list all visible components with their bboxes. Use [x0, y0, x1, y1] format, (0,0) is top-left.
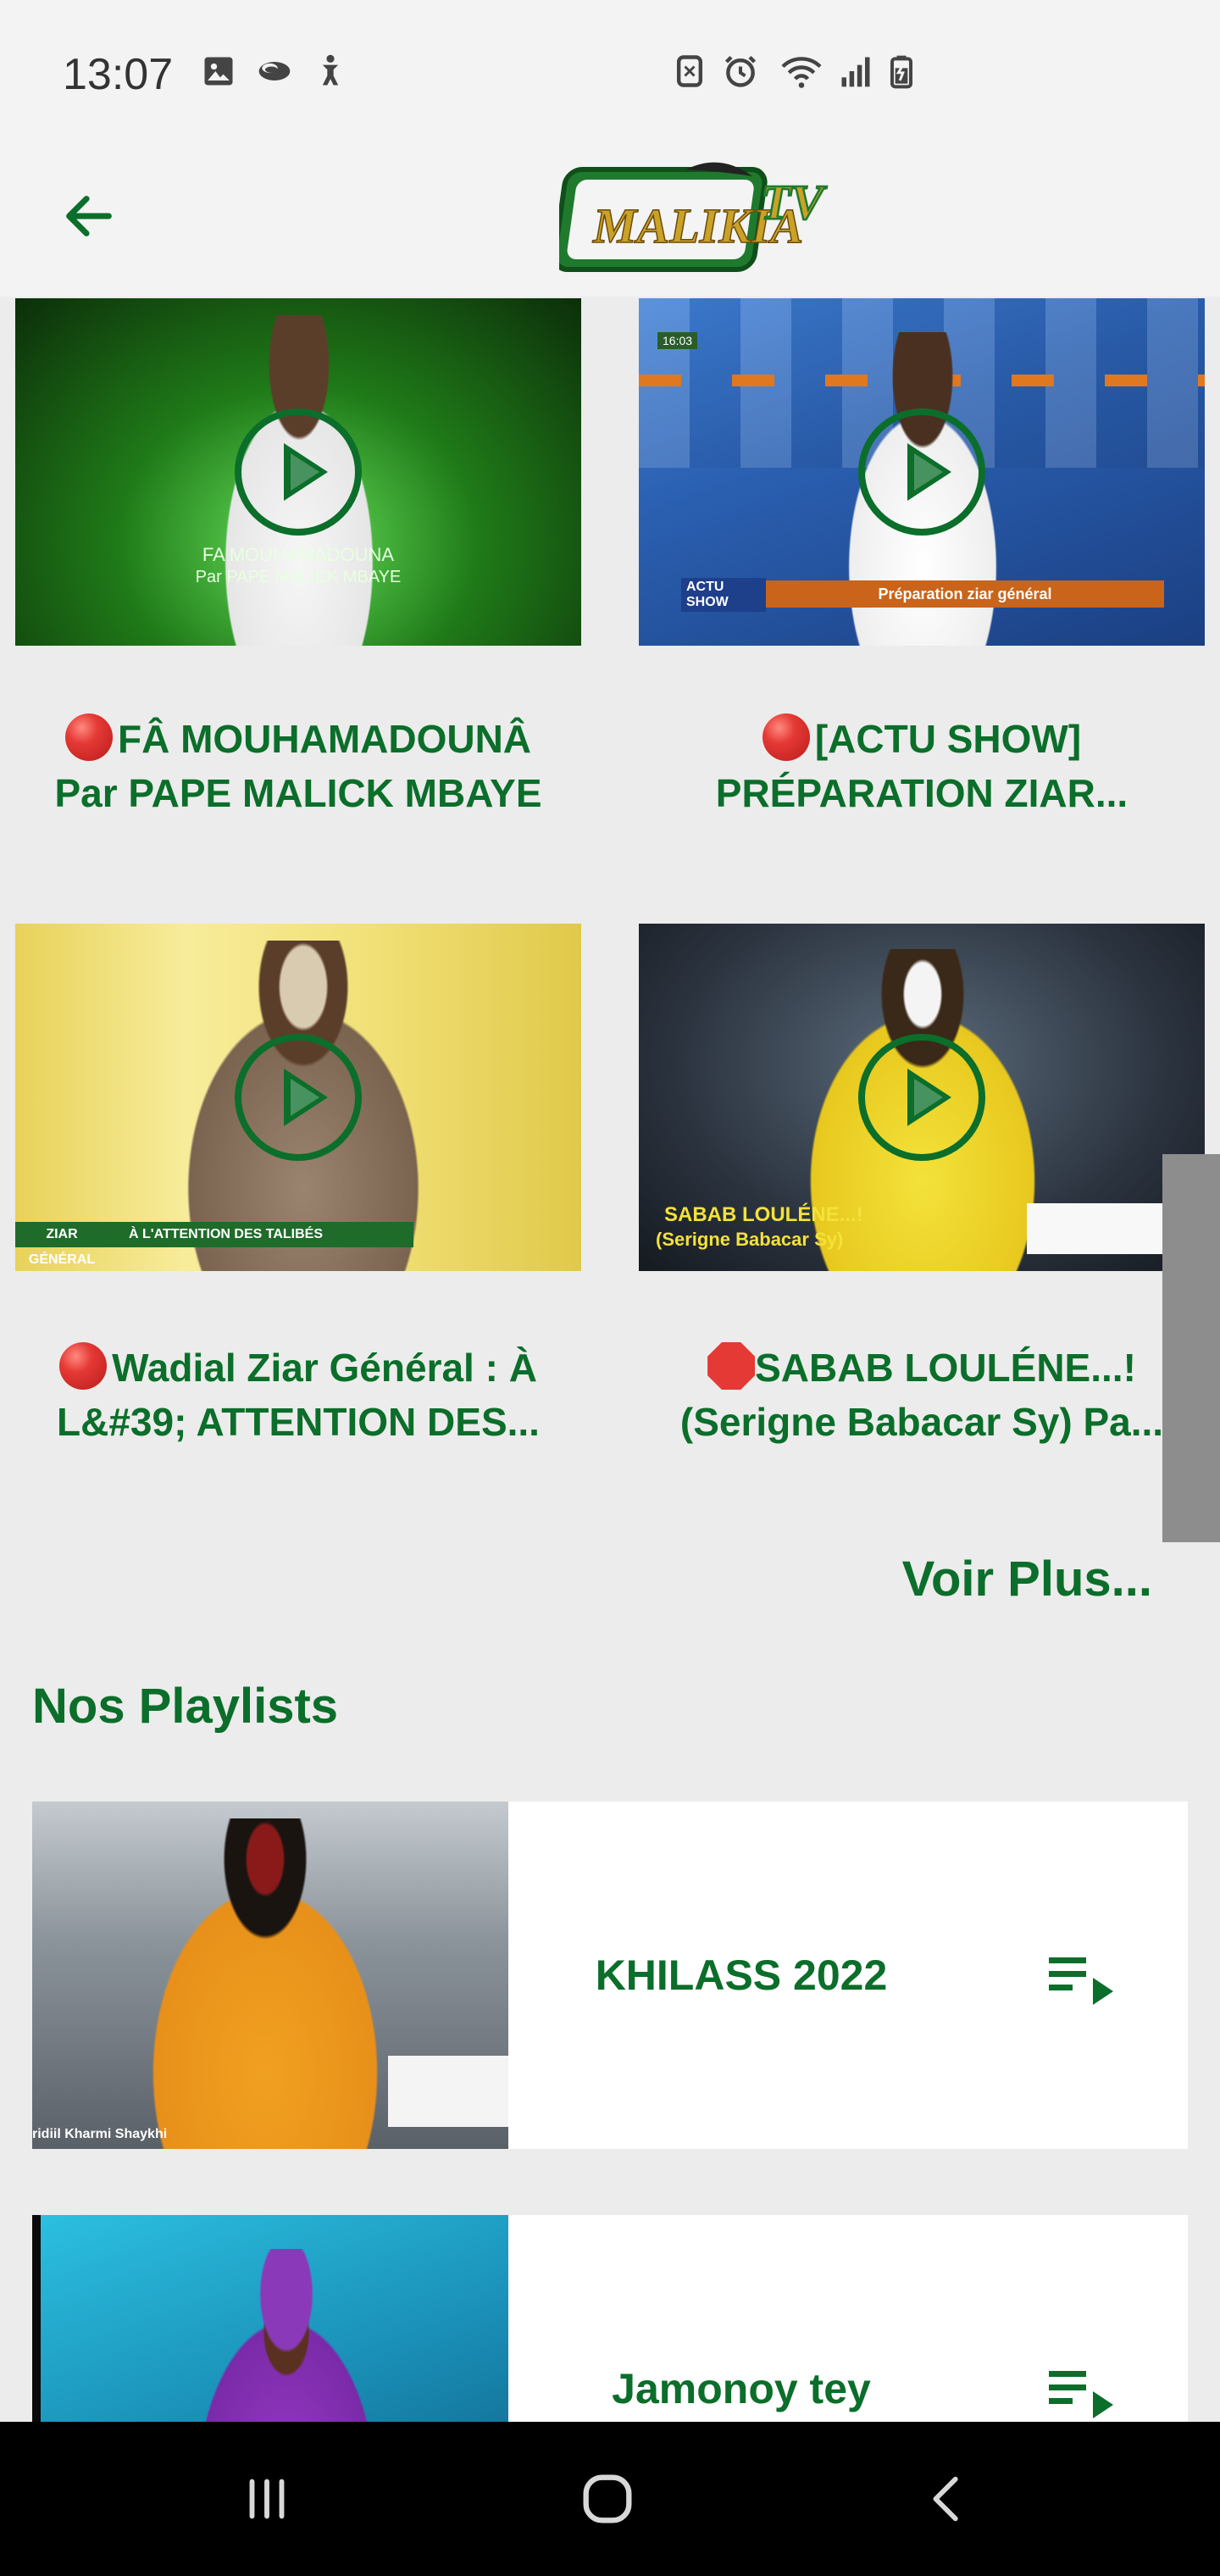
video-thumbnail[interactable]: FA MOUHAMADOUNA Par PAPE MALICK MBAYE	[15, 298, 581, 646]
play-icon	[235, 408, 362, 536]
scrollbar-thumb[interactable]	[1162, 1154, 1220, 1542]
signal-icon	[837, 53, 874, 90]
red-circle-icon	[762, 713, 810, 761]
nfc-icon	[671, 53, 708, 90]
playlist-thumbnail: ridiil Kharmi Shaykhi	[32, 1802, 508, 2149]
recent-apps-button[interactable]	[229, 2461, 305, 2537]
recent-apps-icon	[249, 2479, 285, 2519]
video-title[interactable]: [ACTU SHOW] PRÉPARATION ZIAR...	[639, 712, 1205, 820]
app-logo: MALIKIA TV	[552, 151, 839, 286]
thumb-band-text: À L'ATTENTION DES TALIBÉS	[108, 1222, 413, 1247]
red-circle-icon	[59, 1342, 108, 1390]
cloud-icon	[256, 53, 293, 90]
system-back-button[interactable]	[910, 2461, 986, 2537]
playlist-card[interactable]: ridiil Kharmi Shaykhi KHILASS 2022	[32, 1802, 1188, 2149]
thumb-show-badge: ZIAR GÉNÉRAL	[15, 1222, 108, 1267]
playlist-play-icon[interactable]	[1045, 1951, 1117, 2005]
video-thumbnail[interactable]: SABAB LOULÉNE...! (Serigne Babacar Sy)	[639, 924, 1205, 1271]
thumb-caption: SABAB LOULÉNE...!	[664, 1203, 863, 1226]
thumb-show-badge: ACTU SHOW	[681, 578, 766, 612]
back-icon	[933, 2476, 958, 2522]
status-time: 13:07	[63, 50, 174, 99]
play-icon	[858, 408, 985, 536]
play-icon	[858, 1034, 985, 1161]
section-title: Nos Playlists	[32, 1679, 339, 1734]
thumb-caption: FA MOUHAMADOUNA	[202, 544, 395, 565]
thumb-caption: ridiil Kharmi Shaykhi	[32, 2127, 168, 2141]
thumb-band-text: Préparation ziar général	[766, 580, 1164, 608]
arrow-left-icon	[66, 196, 112, 236]
play-icon	[235, 1034, 362, 1161]
thumb-caption: (Serigne Babacar Sy)	[656, 1229, 844, 1250]
playlist-play-icon[interactable]	[1045, 2364, 1117, 2418]
app-bar: MALIKIA TV	[0, 144, 1220, 297]
back-button[interactable]	[51, 178, 127, 254]
video-thumbnail[interactable]: 16:03 ACTU SHOW Préparation ziar général	[639, 298, 1205, 646]
video-title[interactable]: Wadial Ziar Général : À L&#39; ATTENTION…	[15, 1341, 581, 1449]
red-circle-icon	[64, 713, 113, 761]
battery-charging-icon	[883, 53, 920, 90]
thumb-caption: Par PAPE MALICK MBAYE	[195, 568, 402, 586]
see-more-link[interactable]: Voir Plus...	[902, 1551, 1152, 1607]
alarm-icon	[722, 53, 759, 90]
gallery-icon	[200, 53, 237, 90]
thumb-clock: 16:03	[657, 332, 698, 349]
accessibility-icon	[312, 53, 349, 90]
system-nav-bar	[0, 2422, 1220, 2576]
home-icon	[583, 2474, 632, 2523]
wifi-icon	[778, 53, 825, 90]
stop-sign-icon	[707, 1342, 756, 1390]
video-thumbnail[interactable]: ZIAR GÉNÉRAL À L'ATTENTION DES TALIBÉS	[15, 924, 581, 1271]
video-title[interactable]: SABAB LOULÉNE...! (Serigne Babacar Sy) P…	[639, 1341, 1205, 1449]
home-button[interactable]	[569, 2461, 646, 2537]
playlist-title: KHILASS 2022	[595, 1951, 888, 1999]
status-bar: 13:07	[0, 0, 1220, 144]
logo-tv-text: TV	[761, 175, 827, 230]
video-title[interactable]: FÂ MOUHAMADOUNÂ Par PAPE MALICK MBAYE	[15, 712, 581, 820]
